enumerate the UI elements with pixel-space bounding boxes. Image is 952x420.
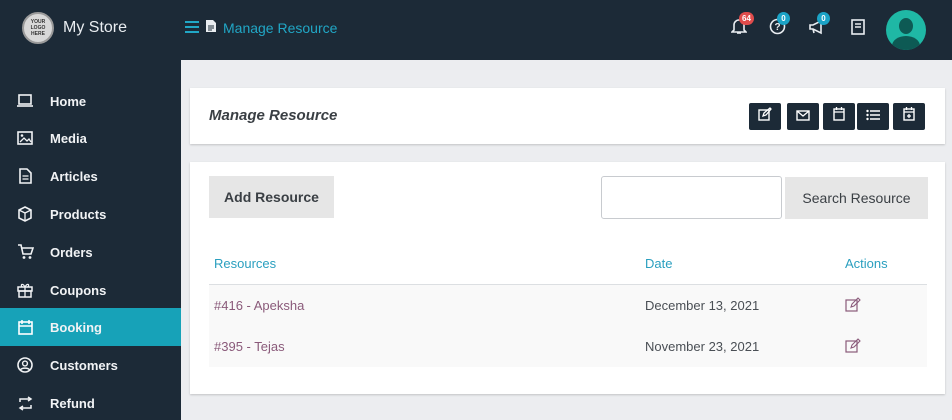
calendar-icon bbox=[16, 318, 34, 336]
mail-icon bbox=[796, 108, 810, 126]
calendar-check-icon bbox=[903, 107, 915, 126]
repeat-icon bbox=[16, 394, 34, 412]
brand-name[interactable]: My Store bbox=[63, 19, 127, 37]
breadcrumb-label[interactable]: Manage Resource bbox=[223, 20, 337, 36]
sidebar-item-customers[interactable]: Customers bbox=[0, 346, 181, 384]
notifications-button[interactable]: 64 bbox=[730, 12, 754, 38]
sidebar-item-products[interactable]: Products bbox=[0, 195, 181, 233]
gift-icon bbox=[16, 281, 34, 299]
menu-toggle-icon[interactable] bbox=[185, 20, 199, 36]
sidebar-item-label: Products bbox=[50, 206, 107, 222]
sidebar-item-articles[interactable]: Articles bbox=[0, 157, 181, 195]
cart-icon bbox=[16, 243, 34, 261]
list-icon bbox=[866, 108, 880, 126]
column-header-actions: Actions bbox=[845, 256, 888, 271]
page-header-card: Manage Resource bbox=[190, 88, 945, 144]
sidebar: Home Media Articles Products Orders Coup… bbox=[0, 60, 181, 420]
column-header-resources[interactable]: Resources bbox=[214, 256, 276, 271]
edit-icon[interactable] bbox=[845, 297, 861, 313]
file-icon bbox=[16, 167, 34, 185]
table-row: #395 - Tejas November 23, 2021 bbox=[209, 326, 927, 367]
image-icon bbox=[16, 129, 34, 147]
user-avatar[interactable] bbox=[886, 10, 926, 50]
store-logo[interactable]: YOUR LOGO HERE bbox=[22, 12, 54, 44]
resource-list-card: Add Resource Search Resource Resources D… bbox=[190, 162, 945, 394]
sidebar-item-label: Booking bbox=[50, 319, 102, 335]
sidebar-item-refund[interactable]: Refund bbox=[0, 384, 181, 420]
sidebar-item-orders[interactable]: Orders bbox=[0, 233, 181, 271]
user-circle-icon bbox=[16, 356, 34, 374]
resource-date: November 23, 2021 bbox=[645, 339, 760, 354]
announcements-button[interactable]: 0 bbox=[808, 12, 830, 38]
sidebar-item-label: Articles bbox=[50, 168, 98, 184]
avatar-body bbox=[892, 36, 920, 50]
mail-button[interactable] bbox=[787, 103, 819, 130]
list-button[interactable] bbox=[857, 103, 889, 130]
avatar-head bbox=[899, 18, 913, 34]
search-input[interactable] bbox=[601, 176, 782, 219]
edit-icon bbox=[758, 107, 772, 126]
search-resource-button[interactable]: Search Resource bbox=[785, 177, 928, 219]
top-bar: YOUR LOGO HERE My Store Manage Resource … bbox=[0, 0, 952, 60]
book-icon bbox=[851, 18, 865, 40]
sidebar-item-label: Home bbox=[50, 93, 87, 109]
notifications-badge: 64 bbox=[739, 12, 754, 25]
column-header-date[interactable]: Date bbox=[645, 256, 672, 271]
help-button[interactable]: ? 0 bbox=[768, 12, 790, 38]
sidebar-item-label: Orders bbox=[50, 244, 93, 260]
sidebar-item-home[interactable]: Home bbox=[0, 82, 181, 120]
sidebar-item-coupons[interactable]: Coupons bbox=[0, 271, 181, 309]
add-resource-button[interactable]: Add Resource bbox=[209, 176, 334, 218]
logo-text: YOUR LOGO HERE bbox=[30, 19, 46, 37]
edit-button[interactable] bbox=[749, 103, 781, 130]
calendar-button[interactable] bbox=[823, 103, 855, 130]
document-icon bbox=[205, 19, 217, 36]
breadcrumb: Manage Resource bbox=[185, 19, 337, 36]
sidebar-item-booking[interactable]: Booking bbox=[0, 308, 181, 346]
calendar-icon bbox=[833, 107, 845, 126]
edit-icon[interactable] bbox=[845, 338, 861, 354]
resource-link[interactable]: #395 - Tejas bbox=[214, 339, 285, 354]
sidebar-item-media[interactable]: Media bbox=[0, 119, 181, 157]
table-row: #416 - Apeksha December 13, 2021 bbox=[209, 285, 927, 326]
box-icon bbox=[16, 205, 34, 223]
sidebar-item-label: Customers bbox=[50, 357, 118, 373]
resource-link[interactable]: #416 - Apeksha bbox=[214, 298, 304, 313]
calendar-check-button[interactable] bbox=[893, 103, 925, 130]
resource-date: December 13, 2021 bbox=[645, 298, 760, 313]
sidebar-item-label: Refund bbox=[50, 395, 95, 411]
announcements-badge: 0 bbox=[817, 12, 830, 25]
help-badge: 0 bbox=[777, 12, 790, 25]
page-title: Manage Resource bbox=[209, 107, 338, 124]
docs-button[interactable] bbox=[849, 18, 867, 40]
laptop-icon bbox=[16, 92, 34, 110]
sidebar-item-label: Media bbox=[50, 130, 87, 146]
sidebar-item-label: Coupons bbox=[50, 282, 107, 298]
